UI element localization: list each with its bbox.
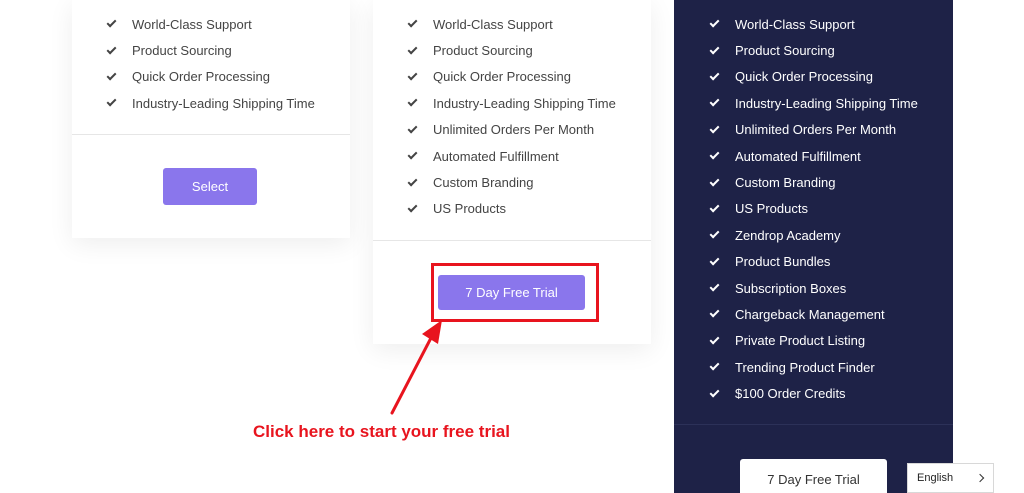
feature-label: Quick Order Processing — [132, 69, 270, 85]
feature-item: Unlimited Orders Per Month — [709, 117, 918, 143]
highlight-box — [431, 263, 599, 322]
feature-item: Industry-Leading Shipping Time — [407, 90, 616, 116]
check-icon — [709, 281, 720, 292]
feature-label: Subscription Boxes — [735, 280, 847, 296]
feature-label: Quick Order Processing — [735, 69, 873, 85]
feature-label: Chargeback Management — [735, 306, 885, 322]
check-icon — [407, 123, 418, 134]
pricing-card-plus: World-Class Support Product Sourcing Qui… — [674, 0, 953, 493]
feature-item: Automated Fulfillment — [709, 143, 918, 169]
feature-item: Product Sourcing — [407, 37, 616, 63]
feature-label: Automated Fulfillment — [735, 148, 861, 164]
feature-item: Private Product Listing — [709, 328, 918, 354]
feature-item: US Products — [709, 196, 918, 222]
feature-label: US Products — [433, 201, 506, 217]
check-icon — [407, 202, 418, 213]
check-icon — [106, 17, 117, 28]
check-icon — [709, 149, 720, 160]
check-icon — [709, 387, 720, 398]
select-button[interactable]: Select — [163, 168, 257, 205]
card-divider — [373, 240, 651, 241]
feature-label: Trending Product Finder — [735, 359, 875, 375]
feature-item: Industry-Leading Shipping Time — [106, 90, 315, 116]
feature-label: Industry-Leading Shipping Time — [132, 95, 315, 111]
feature-item: Unlimited Orders Per Month — [407, 117, 616, 143]
feature-label: Automated Fulfillment — [433, 148, 559, 164]
feature-item: Chargeback Management — [709, 301, 918, 327]
check-icon — [407, 70, 418, 81]
feature-label: World-Class Support — [132, 16, 252, 32]
feature-list: World-Class Support Product Sourcing Qui… — [407, 11, 616, 222]
check-icon — [407, 176, 418, 186]
feature-item: Custom Branding — [407, 169, 616, 195]
check-icon — [709, 255, 720, 266]
feature-label: Unlimited Orders Per Month — [433, 122, 595, 138]
free-trial-button[interactable]: 7 Day Free Trial — [740, 459, 887, 493]
feature-label: Industry-Leading Shipping Time — [735, 95, 918, 111]
feature-label: World-Class Support — [433, 16, 553, 32]
feature-label: Custom Branding — [433, 175, 534, 191]
check-icon — [709, 44, 720, 55]
check-icon — [407, 44, 418, 55]
check-icon — [709, 202, 720, 213]
check-icon — [106, 96, 117, 107]
chevron-right-icon — [975, 473, 985, 483]
feature-item: US Products — [407, 196, 616, 222]
feature-item: Trending Product Finder — [709, 354, 918, 380]
feature-label: Product Sourcing — [132, 43, 232, 59]
feature-item: Subscription Boxes — [709, 275, 918, 301]
feature-label: Product Bundles — [735, 254, 831, 270]
check-icon — [709, 123, 720, 134]
check-icon — [709, 308, 720, 318]
check-icon — [709, 228, 720, 239]
check-icon — [709, 334, 720, 345]
feature-label: World-Class Support — [735, 16, 855, 32]
card-divider — [72, 134, 350, 135]
pricing-card-basic: World-Class Support Product Sourcing Qui… — [72, 0, 350, 238]
check-icon — [709, 70, 720, 81]
check-icon — [106, 44, 117, 55]
annotation-text: Click here to start your free trial — [253, 422, 510, 441]
check-icon — [709, 176, 720, 186]
feature-label: $100 Order Credits — [735, 386, 846, 402]
check-icon — [407, 149, 418, 160]
check-icon — [709, 360, 720, 371]
feature-label: US Products — [735, 201, 808, 217]
feature-item: Product Sourcing — [106, 37, 315, 63]
check-icon — [407, 17, 418, 28]
feature-item: World-Class Support — [106, 11, 315, 37]
feature-label: Zendrop Academy — [735, 227, 841, 243]
language-value: English — [917, 472, 954, 484]
card-divider — [674, 424, 953, 425]
feature-item: Quick Order Processing — [407, 64, 616, 90]
feature-label: Industry-Leading Shipping Time — [433, 95, 616, 111]
check-icon — [106, 70, 117, 81]
feature-label: Quick Order Processing — [433, 69, 571, 85]
feature-item: Custom Branding — [709, 169, 918, 195]
language-selector[interactable]: English — [907, 463, 994, 493]
feature-item: Zendrop Academy — [709, 222, 918, 248]
feature-item: Automated Fulfillment — [407, 143, 616, 169]
check-icon — [709, 17, 720, 28]
check-icon — [709, 96, 720, 107]
feature-item: World-Class Support — [709, 11, 918, 37]
feature-label: Product Sourcing — [433, 43, 533, 59]
check-icon — [407, 96, 418, 107]
feature-label: Private Product Listing — [735, 333, 866, 349]
feature-item: Quick Order Processing — [106, 64, 315, 90]
feature-item: World-Class Support — [407, 11, 616, 37]
feature-list: World-Class Support Product Sourcing Qui… — [106, 11, 315, 117]
pointer-arrow-icon — [390, 320, 442, 415]
feature-label: Unlimited Orders Per Month — [735, 122, 897, 138]
feature-list: World-Class Support Product Sourcing Qui… — [709, 11, 918, 407]
feature-label: Product Sourcing — [735, 43, 835, 59]
feature-item: Product Sourcing — [709, 37, 918, 63]
feature-item: Quick Order Processing — [709, 64, 918, 90]
feature-item: Product Bundles — [709, 249, 918, 275]
feature-label: Custom Branding — [735, 175, 836, 191]
feature-item: $100 Order Credits — [709, 380, 918, 406]
feature-item: Industry-Leading Shipping Time — [709, 90, 918, 116]
